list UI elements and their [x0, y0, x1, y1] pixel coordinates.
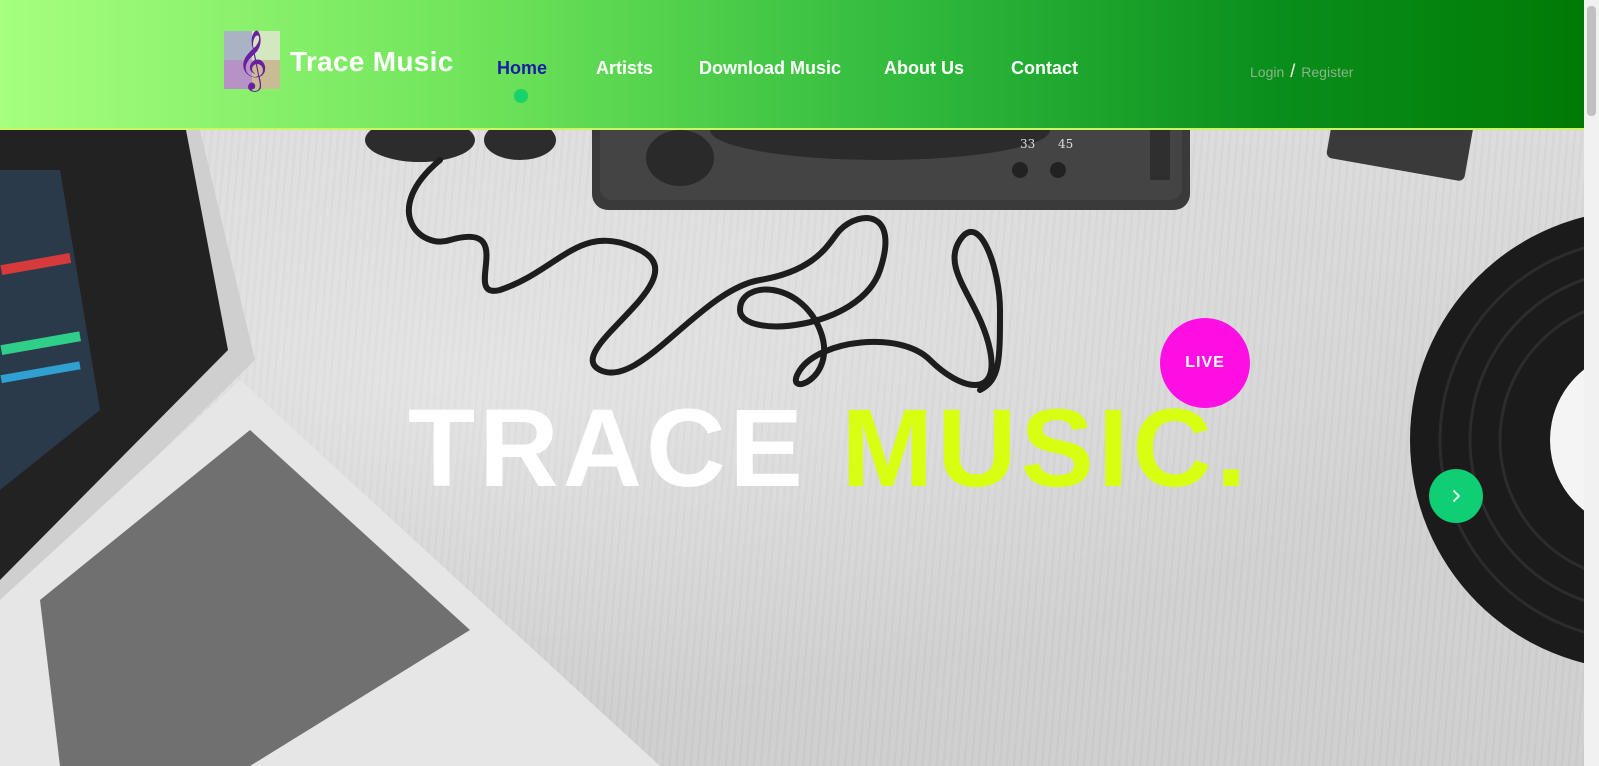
- login-link[interactable]: Login: [1250, 64, 1284, 80]
- turntable-image: 33 45: [592, 130, 1190, 210]
- hero-title: TRACE MUSIC.: [408, 394, 1250, 504]
- site-header: 𝄞 Trace Music Home Artists Download Musi…: [0, 0, 1584, 130]
- headphones-image: [365, 130, 556, 162]
- vinyl-record-image: [1410, 216, 1584, 664]
- svg-text:45: 45: [1058, 137, 1073, 151]
- svg-text:33: 33: [1020, 137, 1035, 151]
- active-nav-indicator: [514, 89, 528, 103]
- speaker-image: [1326, 130, 1474, 181]
- nav-home[interactable]: Home: [497, 58, 547, 79]
- nav-artists[interactable]: Artists: [596, 58, 653, 79]
- live-badge[interactable]: LIVE: [1160, 318, 1250, 408]
- brand-name[interactable]: Trace Music: [290, 46, 454, 78]
- auth-links: Login / Register: [1250, 61, 1353, 82]
- nav-contact[interactable]: Contact: [1011, 58, 1078, 79]
- logo[interactable]: 𝄞: [224, 31, 281, 90]
- register-link[interactable]: Register: [1301, 64, 1353, 80]
- page-scrollbar[interactable]: [1584, 0, 1599, 766]
- hero-title-white: TRACE: [408, 387, 807, 510]
- auth-separator: /: [1290, 61, 1296, 81]
- treble-clef-icon: 𝄞: [237, 30, 268, 90]
- next-slide-button[interactable]: [1429, 469, 1483, 523]
- scrollbar-thumb[interactable]: [1587, 6, 1596, 116]
- nav-about-us[interactable]: About Us: [884, 58, 964, 79]
- nav-download-music[interactable]: Download Music: [699, 58, 841, 79]
- chevron-right-icon: [1453, 490, 1460, 502]
